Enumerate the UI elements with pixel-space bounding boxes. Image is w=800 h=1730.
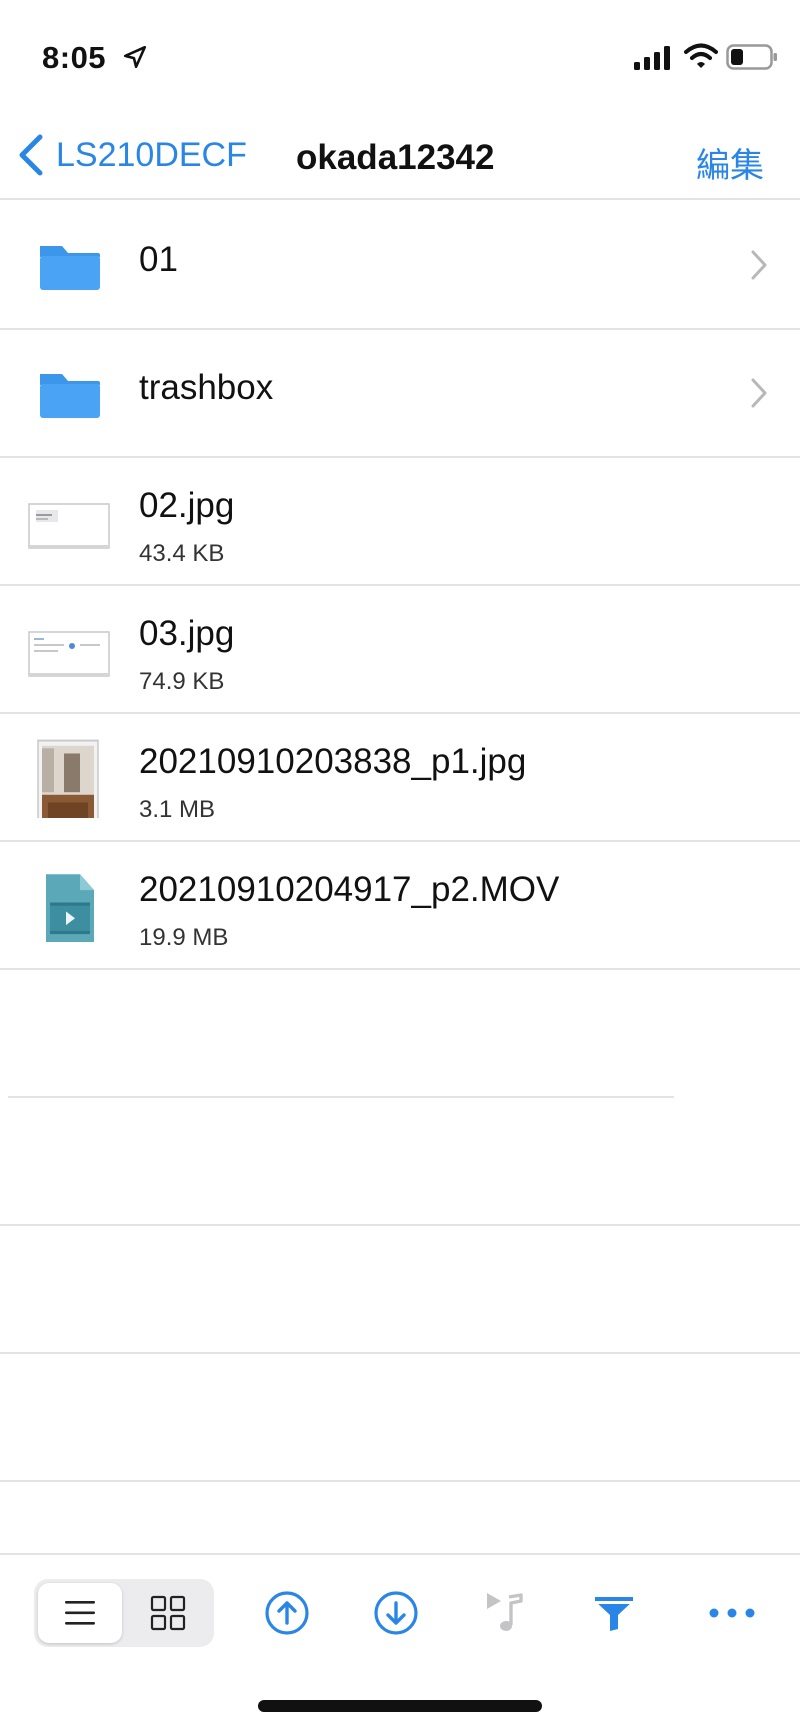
file-name: 01	[139, 240, 178, 279]
grid-view-icon	[150, 1595, 186, 1631]
file-name: 03.jpg	[139, 614, 235, 653]
file-name: 20210910204917_p2.MOV	[139, 870, 560, 909]
edit-button[interactable]: 編集	[696, 138, 764, 187]
file-size: 19.9 MB	[139, 924, 229, 951]
filter-icon	[595, 1597, 633, 1631]
wifi-icon	[684, 43, 718, 68]
photo-thumbnail-icon	[37, 739, 99, 818]
list-item-folder-01[interactable]: 01	[0, 202, 800, 330]
list-item-file[interactable]: 20210910204917_p2.MOV 19.9 MB	[0, 842, 800, 970]
music-icon	[487, 1593, 523, 1631]
empty-row	[0, 1226, 800, 1354]
chevron-right-icon	[751, 250, 767, 280]
empty-row	[0, 1354, 800, 1482]
image-thumbnail-icon	[28, 631, 110, 677]
folder-icon	[40, 246, 100, 290]
empty-row	[0, 970, 800, 1098]
status-bar: 8:05	[0, 0, 800, 110]
file-name: 20210910203838_p1.jpg	[139, 742, 527, 781]
list-item-folder-trashbox[interactable]: trashbox	[0, 330, 800, 458]
empty-row	[0, 1098, 800, 1226]
list-view-icon	[65, 1601, 95, 1625]
chevron-left-icon	[19, 134, 43, 176]
view-mode-segmented-control	[34, 1579, 214, 1647]
folder-icon	[40, 374, 100, 418]
upload-icon	[265, 1591, 309, 1635]
grid-view-button[interactable]	[126, 1583, 210, 1643]
back-button[interactable]: LS210DECF	[16, 132, 247, 178]
download-icon	[374, 1591, 418, 1635]
navigation-bar: LS210DECF okada12342 編集	[0, 110, 800, 200]
upload-button[interactable]	[259, 1585, 315, 1641]
video-file-icon	[46, 874, 94, 942]
status-time: 8:05	[42, 40, 107, 75]
list-item-file[interactable]: 02.jpg 43.4 KB	[0, 458, 800, 586]
more-icon	[709, 1608, 755, 1618]
battery-icon	[726, 44, 777, 70]
file-name: trashbox	[139, 368, 274, 407]
cellular-signal-icon	[634, 46, 670, 70]
list-item-file[interactable]: 20210910203838_p1.jpg 3.1 MB	[0, 714, 800, 842]
back-button-label: LS210DECF	[56, 135, 247, 174]
file-size: 43.4 KB	[139, 540, 225, 567]
file-list: 01 trashbox 02.jpg 43.4 KB 03.jpg 74.9 K…	[0, 202, 800, 1482]
file-size: 74.9 KB	[139, 668, 225, 695]
music-play-button[interactable]	[477, 1585, 533, 1641]
image-thumbnail-icon	[28, 503, 110, 549]
location-arrow-icon	[123, 45, 147, 69]
file-name: 02.jpg	[139, 486, 235, 525]
file-size: 3.1 MB	[139, 796, 216, 823]
list-item-file[interactable]: 03.jpg 74.9 KB	[0, 586, 800, 714]
download-button[interactable]	[368, 1585, 424, 1641]
page-title: okada12342	[296, 138, 495, 177]
filter-button[interactable]	[586, 1585, 642, 1641]
more-button[interactable]	[704, 1585, 760, 1641]
chevron-right-icon	[751, 378, 767, 408]
bottom-toolbar	[0, 1553, 800, 1683]
list-view-button[interactable]	[38, 1583, 122, 1643]
home-indicator	[258, 1700, 542, 1712]
